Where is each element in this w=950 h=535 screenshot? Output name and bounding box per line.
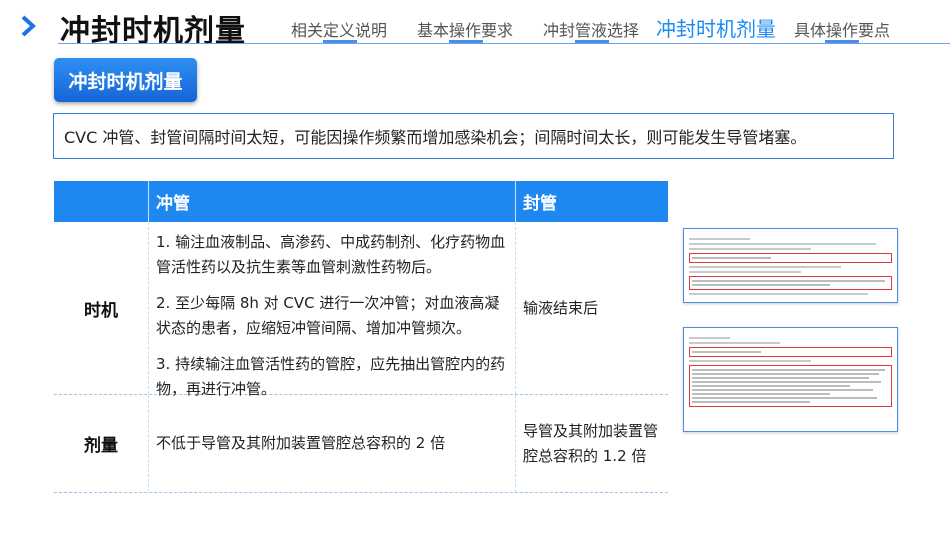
highlight-box <box>689 347 892 357</box>
cell-flush-timing: 1. 输注血液制品、高渗药、中成药制剂、化疗药物血管活性药以及抗生素等血管刺激性… <box>148 222 515 398</box>
chevron-right-icon <box>18 14 40 38</box>
tab-key-points[interactable]: 具体操作要点 <box>794 17 890 41</box>
highlight-box <box>689 276 892 290</box>
table-header-lock: 封管 <box>515 181 668 222</box>
cell-lock-dosage: 导管及其附加装置管腔总容积的 1.2 倍 <box>515 395 668 492</box>
tab-definitions[interactable]: 相关定义说明 <box>291 17 387 41</box>
row-label-timing: 时机 <box>84 300 118 321</box>
nav-tabs: 相关定义说明 基本操作要求 冲封管液选择 冲封时机剂量 具体操作要点 <box>276 0 950 46</box>
document-thumbnail <box>683 327 898 432</box>
cell-flush-dosage: 不低于导管及其附加装置管腔总容积的 2 倍 <box>148 395 515 492</box>
table-row-dosage: 剂量 不低于导管及其附加装置管腔总容积的 2 倍 导管及其附加装置管腔总容积的 … <box>54 395 668 493</box>
cell-lock-timing: 输液结束后 <box>515 222 668 394</box>
flush-timing-item: 1. 输注血液制品、高渗药、中成药制剂、化疗药物血管活性药以及抗生素等血管刺激性… <box>156 233 506 276</box>
header-divider <box>58 43 950 44</box>
tab-basic-requirements[interactable]: 基本操作要求 <box>417 17 513 41</box>
tab-solution-selection[interactable]: 冲封管液选择 <box>543 17 639 41</box>
table-header-row: 冲管 封管 <box>54 181 668 222</box>
table-header-flush: 冲管 <box>148 181 515 222</box>
table-header-corner <box>54 181 148 222</box>
section-badge: 冲封时机剂量 <box>54 58 197 102</box>
document-thumbnail <box>683 228 898 303</box>
highlight-box <box>689 253 892 263</box>
flush-timing-item: 2. 至少每隔 8h 对 CVC 进行一次冲管；对血液高凝状态的患者，应缩短冲管… <box>156 294 500 337</box>
row-label-dosage: 剂量 <box>84 436 118 456</box>
highlight-box <box>689 365 892 407</box>
timing-dosage-table: 冲管 封管 时机 1. 输注血液制品、高渗药、中成药制剂、化疗药物血管活性药以及… <box>54 181 668 493</box>
tab-timing-dosage[interactable]: 冲封时机剂量 <box>656 13 776 42</box>
table-row-timing: 时机 1. 输注血液制品、高渗药、中成药制剂、化疗药物血管活性药以及抗生素等血管… <box>54 222 668 398</box>
summary-box: CVC 冲管、封管间隔时间太短，可能因操作频繁而增加感染机会；间隔时间太长，则可… <box>53 113 894 159</box>
